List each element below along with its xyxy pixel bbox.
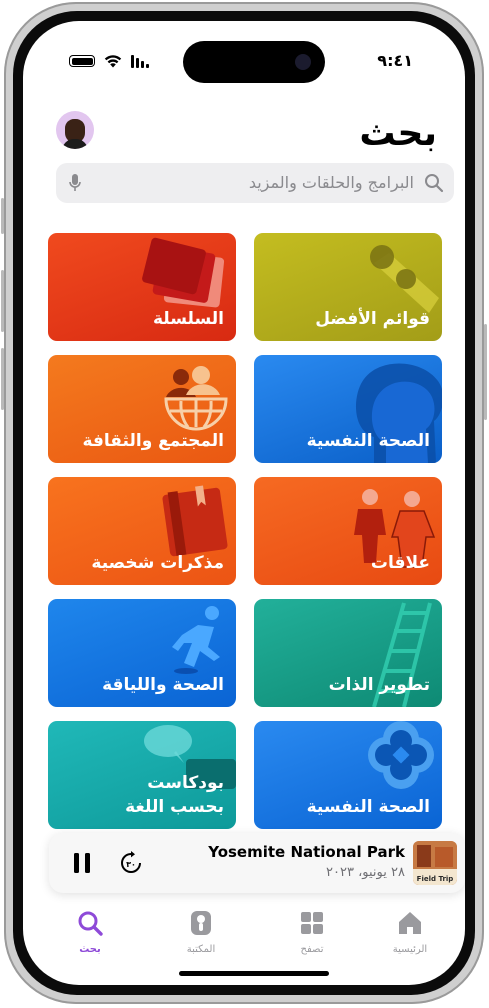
field-trip-artwork: Field Trip xyxy=(413,841,457,885)
category-label: السلسلة xyxy=(153,309,224,329)
tab-label: الرئيسية xyxy=(392,944,428,955)
category-label: الصحة واللياقة xyxy=(102,675,224,695)
category-card-personal-journals[interactable]: مذكرات شخصية xyxy=(48,477,236,585)
category-label-line2: بحسب اللغة xyxy=(125,797,224,817)
cellular-signal-icon xyxy=(131,54,149,68)
tab-library[interactable]: المكتبة xyxy=(156,909,246,955)
tab-label: المكتبة xyxy=(186,944,216,955)
category-card-language[interactable]: بودكاست بحسب اللغة xyxy=(48,721,236,829)
category-card-top-charts[interactable]: قوائم الأفضل xyxy=(254,233,442,341)
search-icon xyxy=(78,911,103,936)
category-card-series[interactable]: السلسلة xyxy=(48,233,236,341)
skip-forward-icon[interactable]: ٣٠ xyxy=(119,851,143,875)
category-label: الصحة النفسية xyxy=(306,797,430,817)
category-label: بودكاست بحسب اللغة xyxy=(125,771,224,819)
now-playing-title: Yosemite National Park xyxy=(208,843,405,861)
action-button xyxy=(1,198,4,234)
mini-player[interactable]: Field Trip Yosemite National Park ٢٨ يون… xyxy=(49,833,465,893)
artwork-text: Field Trip xyxy=(417,875,454,883)
tab-search[interactable]: بحث xyxy=(45,909,135,955)
category-label: علاقات xyxy=(370,553,430,573)
side-button xyxy=(484,324,487,420)
category-label: مذكرات شخصية xyxy=(91,553,224,573)
screen: ٩:٤١ بحث البرامج والحلقات والمزيد قوائم … xyxy=(23,21,465,985)
category-label: الصحة النفسية xyxy=(306,431,430,451)
avatar-body xyxy=(62,139,88,149)
camera-icon xyxy=(295,54,311,70)
category-card-society-culture[interactable]: المجتمع والثقافة xyxy=(48,355,236,463)
status-icons xyxy=(69,54,149,68)
volume-up-button xyxy=(1,270,4,332)
grid-icon xyxy=(301,912,323,934)
home-icon xyxy=(399,912,421,934)
episode-artwork[interactable]: Field Trip xyxy=(413,841,457,885)
bezel: ٩:٤١ بحث البرامج والحلقات والمزيد قوائم … xyxy=(13,11,475,995)
tab-label: بحث xyxy=(79,944,101,955)
skip-seconds-label: ٣٠ xyxy=(126,860,136,869)
category-card-mental-health-2[interactable]: الصحة النفسية xyxy=(254,721,442,829)
category-label: قوائم الأفضل xyxy=(315,309,430,329)
category-label: المجتمع والثقافة xyxy=(82,431,224,451)
tab-browse[interactable]: تصفح xyxy=(267,909,357,955)
status-time: ٩:٤١ xyxy=(377,51,413,70)
page-title: بحث xyxy=(359,113,437,154)
tab-label: تصفح xyxy=(300,944,324,955)
microphone-icon[interactable] xyxy=(68,173,82,193)
dynamic-island xyxy=(183,41,325,83)
category-label: تطوير الذات xyxy=(328,675,430,695)
search-input[interactable]: البرامج والحلقات والمزيد xyxy=(56,163,454,203)
pause-icon[interactable] xyxy=(73,852,91,874)
now-playing-date: ٢٨ يونيو، ٢٠٢٣ xyxy=(326,865,405,880)
category-card-health-fitness[interactable]: الصحة واللياقة xyxy=(48,599,236,707)
wifi-icon xyxy=(104,55,122,68)
phone-frame: ٩:٤١ بحث البرامج والحلقات والمزيد قوائم … xyxy=(1,2,487,1004)
tab-home[interactable]: الرئيسية xyxy=(365,909,455,955)
category-card-mental-health[interactable]: الصحة النفسية xyxy=(254,355,442,463)
volume-down-button xyxy=(1,348,4,410)
avatar[interactable] xyxy=(56,111,94,149)
search-placeholder: البرامج والحلقات والمزيد xyxy=(248,173,414,192)
category-label-line1: بودكاست xyxy=(147,773,224,793)
search-icon xyxy=(425,174,444,193)
battery-icon xyxy=(69,55,95,67)
category-card-self-improvement[interactable]: تطوير الذات xyxy=(254,599,442,707)
home-indicator[interactable] xyxy=(179,971,329,976)
category-card-relationships[interactable]: علاقات xyxy=(254,477,442,585)
library-icon xyxy=(191,911,211,935)
